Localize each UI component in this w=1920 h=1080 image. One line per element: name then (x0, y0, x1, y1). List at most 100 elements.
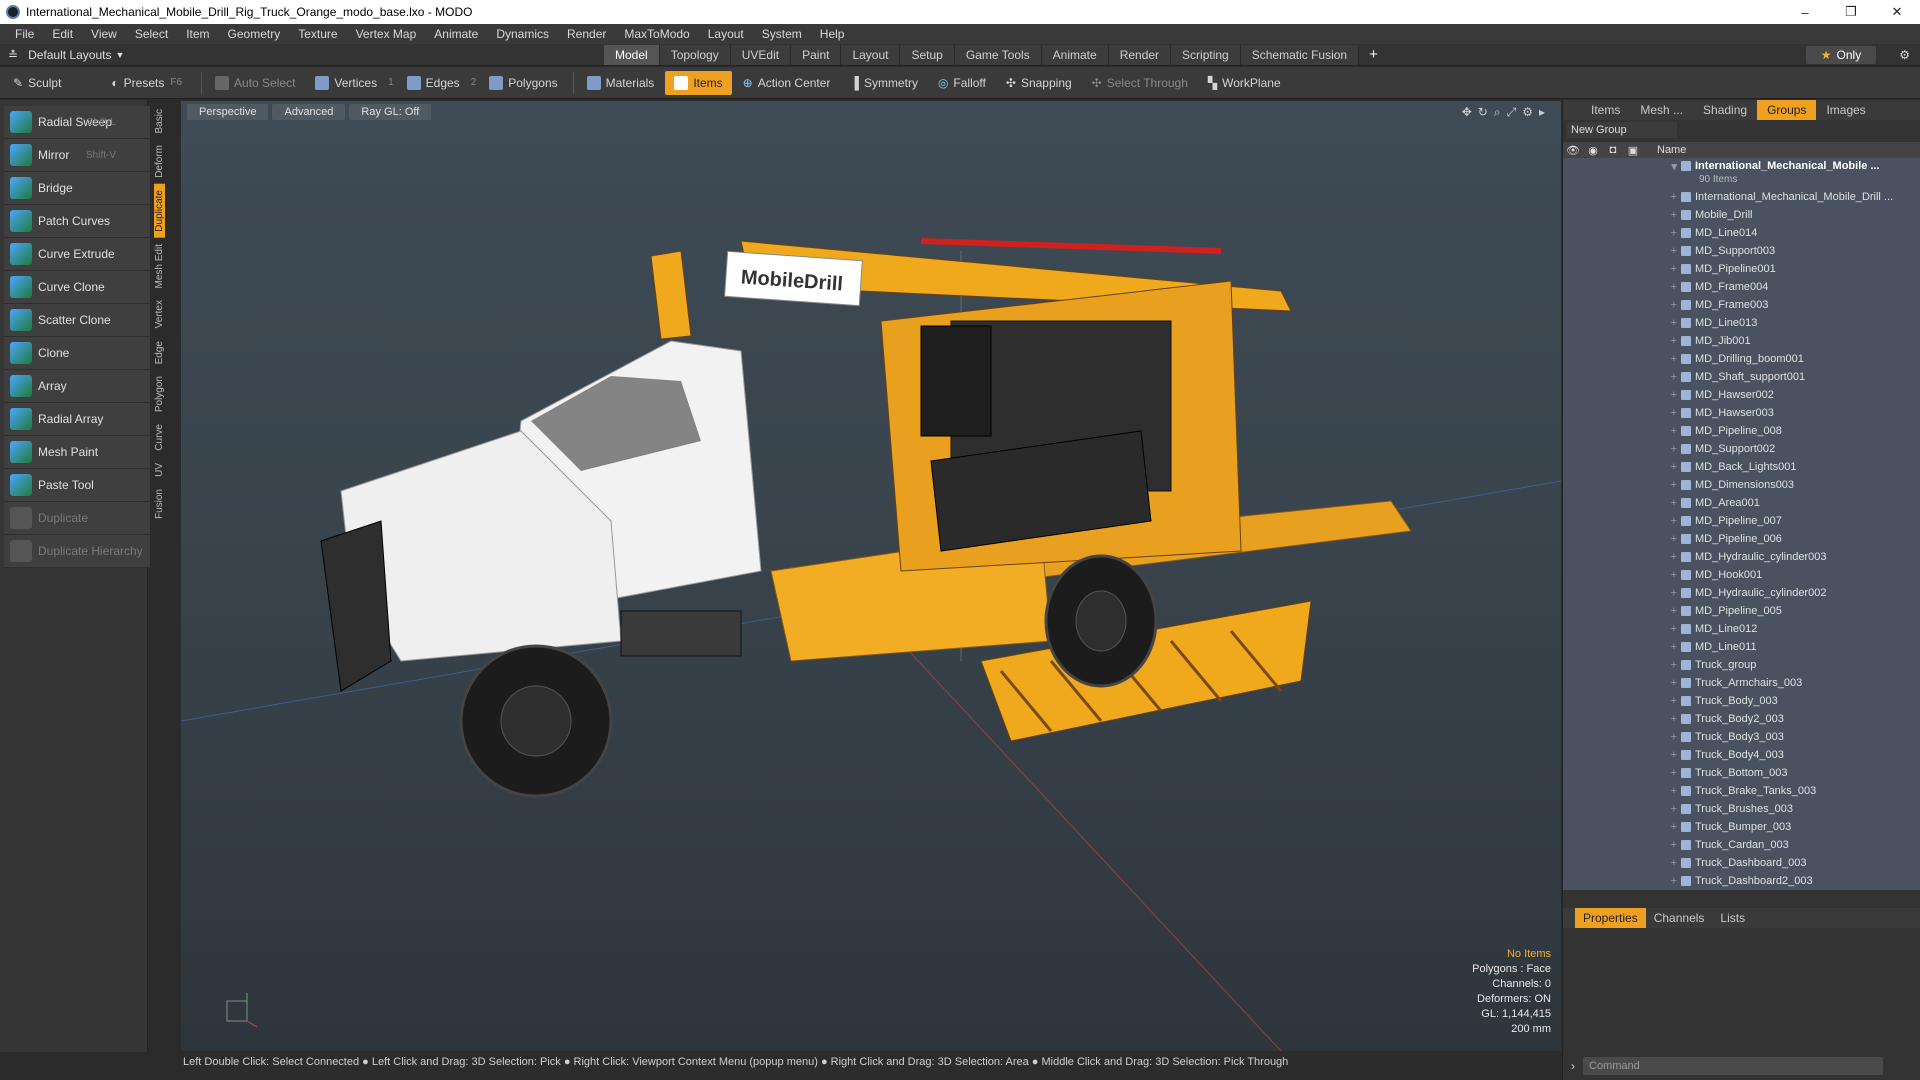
expand-icon[interactable]: + (1563, 749, 1681, 761)
tree-row[interactable]: + MD_Frame003 (1563, 296, 1920, 314)
expand-icon[interactable]: + (1563, 227, 1681, 239)
vtab-deform[interactable]: Deform (154, 139, 165, 184)
maximize-button[interactable]: ❐ (1828, 0, 1874, 24)
menu-vertex-map[interactable]: Vertex Map (347, 27, 426, 41)
polygons-button[interactable]: Polygons (480, 71, 566, 95)
vtab-uv[interactable]: UV (154, 457, 165, 483)
tool-bridge[interactable]: Bridge (4, 172, 150, 205)
tab-animate[interactable]: Animate (1041, 44, 1109, 65)
expand-icon[interactable]: + (1563, 767, 1681, 779)
tree-row[interactable]: + MD_Support002 (1563, 440, 1920, 458)
workplane-button[interactable]: ▚ WorkPlane (1199, 71, 1290, 95)
lock-column-icon[interactable]: ◘ (1603, 144, 1623, 156)
expand-icon[interactable]: + (1563, 839, 1681, 851)
tree-row[interactable]: + MD_Pipeline_005 (1563, 602, 1920, 620)
expand-icon[interactable]: + (1563, 533, 1681, 545)
3d-viewport[interactable]: Perspective Advanced Ray GL: Off ✥ ↻ ⌕ ⤢… (181, 101, 1561, 1051)
expand-icon[interactable]: + (1563, 461, 1681, 473)
tree-row[interactable]: + Truck_Armchairs_003 (1563, 674, 1920, 692)
tree-row[interactable]: + MD_Drilling_boom001 (1563, 350, 1920, 368)
tree-row[interactable]: + Truck_Body_003 (1563, 692, 1920, 710)
tool-duplicate-hierarchy[interactable]: Duplicate Hierarchy (4, 535, 150, 568)
menu-file[interactable]: File (6, 27, 43, 41)
expand-icon[interactable]: + (1563, 389, 1681, 401)
expand-icon[interactable]: + (1563, 425, 1681, 437)
expand-icon[interactable]: + (1563, 713, 1681, 725)
expand-icon[interactable]: + (1563, 623, 1681, 635)
snapping-button[interactable]: ✣ Snapping (997, 71, 1081, 95)
tree-row[interactable]: + Mobile_Drill (1563, 206, 1920, 224)
tree-row[interactable]: + MD_Line012 (1563, 620, 1920, 638)
vtab-vertex[interactable]: Vertex (154, 294, 165, 334)
tree-row[interactable]: + MD_Hawser002 (1563, 386, 1920, 404)
tab-paint[interactable]: Paint (791, 44, 842, 65)
tab-schematic-fusion[interactable]: Schematic Fusion (1240, 44, 1360, 65)
rtab-images[interactable]: Images (1816, 100, 1875, 120)
rtab-mesh-[interactable]: Mesh ... (1630, 100, 1693, 120)
tool-scatter-clone[interactable]: Scatter Clone (4, 304, 150, 337)
tree-row[interactable]: + Truck_Body2_003 (1563, 710, 1920, 728)
vtab-polygon[interactable]: Polygon (154, 370, 165, 418)
tree-row[interactable]: + Truck_Cardan_003 (1563, 836, 1920, 854)
select-column-icon[interactable]: ▣ (1623, 144, 1643, 157)
menu-geometry[interactable]: Geometry (219, 27, 290, 41)
tree-row[interactable]: + Truck_Body3_003 (1563, 728, 1920, 746)
tab-game-tools[interactable]: Game Tools (954, 44, 1042, 65)
tree-row[interactable]: + Truck_Body4_003 (1563, 746, 1920, 764)
presets-button[interactable]: ◐ Presets F6 (102, 71, 195, 95)
menu-view[interactable]: View (82, 27, 126, 41)
tree-row[interactable]: + Truck_Bumper_003 (1563, 818, 1920, 836)
tool-clone[interactable]: Clone (4, 337, 150, 370)
tree-row[interactable]: + International_Mechanical_Mobile_Drill .… (1563, 188, 1920, 206)
tree-row[interactable]: + MD_Support003 (1563, 242, 1920, 260)
expand-icon[interactable]: + (1563, 821, 1681, 833)
expand-icon[interactable]: + (1563, 587, 1681, 599)
tool-curve-extrude[interactable]: Curve Extrude (4, 238, 150, 271)
menu-select[interactable]: Select (126, 27, 177, 41)
vtab-duplicate[interactable]: Duplicate (154, 184, 165, 238)
expand-icon[interactable]: + (1563, 353, 1681, 365)
rtab-items[interactable]: Items (1581, 100, 1630, 120)
expand-icon[interactable]: + (1563, 551, 1681, 563)
vtab-curve[interactable]: Curve (154, 418, 165, 457)
expand-icon[interactable]: + (1563, 317, 1681, 329)
expand-icon[interactable]: + (1563, 497, 1681, 509)
expand-icon[interactable]: + (1563, 695, 1681, 707)
tree-row[interactable]: + MD_Hydraulic_cylinder002 (1563, 584, 1920, 602)
rtab-groups[interactable]: Groups (1757, 100, 1817, 120)
add-tab-button[interactable]: + (1359, 45, 1388, 65)
sculpt-button[interactable]: ✎ Sculpt (4, 71, 70, 95)
menu-render[interactable]: Render (558, 27, 615, 41)
tab-scripting[interactable]: Scripting (1171, 44, 1241, 65)
menu-animate[interactable]: Animate (425, 27, 487, 41)
expand-icon[interactable]: + (1563, 371, 1681, 383)
expand-icon[interactable]: + (1563, 515, 1681, 527)
tab-model[interactable]: Model (604, 44, 660, 65)
falloff-button[interactable]: ◎ Falloff (929, 71, 995, 95)
tree-row[interactable]: + MD_Hawser003 (1563, 404, 1920, 422)
tree-row[interactable]: + Truck_Brake_Tanks_003 (1563, 782, 1920, 800)
tool-mesh-paint[interactable]: Mesh Paint (4, 436, 150, 469)
rtab-shading[interactable]: Shading (1693, 100, 1757, 120)
tree-row[interactable]: + Truck_Dashboard2_003 (1563, 872, 1920, 890)
action-center-button[interactable]: ⊕ Action Center (734, 71, 840, 95)
root-group-row[interactable]: ▾ International_Mechanical_Mobile ... (1563, 158, 1920, 174)
tab-render[interactable]: Render (1108, 44, 1172, 65)
tree-row[interactable]: + MD_Hook001 (1563, 566, 1920, 584)
render-column-icon[interactable]: ◉ (1583, 144, 1603, 157)
tree-row[interactable]: + MD_Area001 (1563, 494, 1920, 512)
visibility-column-icon[interactable]: 👁 (1563, 144, 1583, 157)
tree-row[interactable]: + MD_Pipeline001 (1563, 260, 1920, 278)
tree-row[interactable]: + MD_Back_Lights001 (1563, 458, 1920, 476)
only-toggle[interactable]: ★ Only (1806, 45, 1876, 64)
menu-item[interactable]: Item (177, 27, 218, 41)
vtab-basic[interactable]: Basic (154, 103, 165, 139)
gear-icon[interactable]: ⚙ (1899, 48, 1910, 62)
menu-maxtomodo[interactable]: MaxToModo (615, 27, 698, 41)
menu-texture[interactable]: Texture (289, 27, 346, 41)
tree-row[interactable]: + Truck_group (1563, 656, 1920, 674)
menu-dynamics[interactable]: Dynamics (487, 27, 558, 41)
tool-mirror[interactable]: Mirror Shift-V (4, 139, 150, 172)
menu-edit[interactable]: Edit (43, 27, 82, 41)
menu-help[interactable]: Help (811, 27, 854, 41)
